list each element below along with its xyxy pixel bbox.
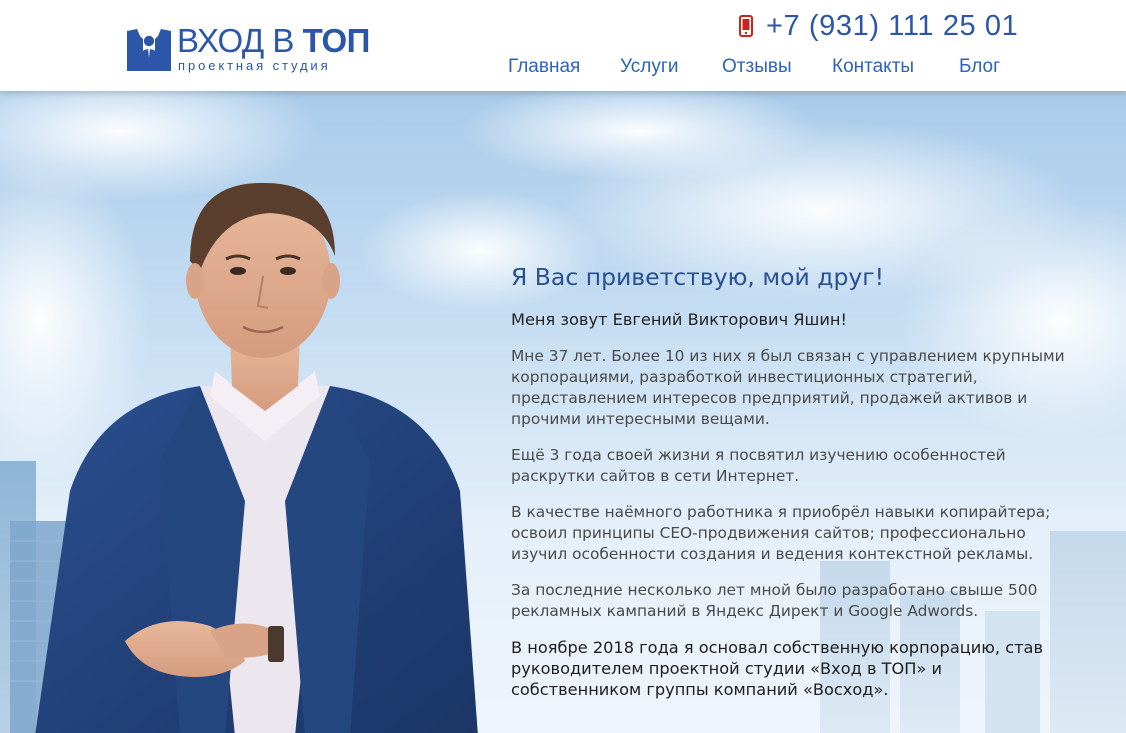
bio-paragraph: В ноябре 2018 года я основал собственную… [511,638,1043,699]
nav-item-reviews[interactable]: Отзывы [722,56,792,78]
bio-paragraph: Ещё 3 года своей жизни я посвятил изучен… [511,446,1006,485]
intro-text: Я Вас приветствую, мой друг! Меня зовут … [511,262,1071,715]
logo[interactable]: ВХОД В ТОП проектная студия [127,23,387,76]
bio-paragraph: В качестве наёмного работника я приобрёл… [511,503,1051,563]
logo-title: ВХОД В ТОП [177,23,370,59]
site-header: ВХОД В ТОП проектная студия +7 (931) 111… [0,0,1126,91]
logo-mark-icon [127,29,171,71]
logo-title-part1: ВХОД В [177,22,294,59]
greeting-heading: Я Вас приветствую, мой друг! [511,263,885,291]
mobile-phone-icon [739,15,753,37]
logo-title-part2: ТОП [302,22,371,59]
bio-paragraph: Мне 37 лет. Более 10 из них я был связан… [511,347,1065,428]
nav-item-contacts[interactable]: Контакты [832,56,914,78]
hero-section: Я Вас приветствую, мой друг! Меня зовут … [0,91,1126,733]
bio-paragraph: За последние несколько лет мной было раз… [511,581,1038,620]
logo-subtitle: проектная студия [178,58,331,73]
portrait-photo [35,182,478,733]
nav-item-blog[interactable]: Блог [959,56,1000,78]
intro-paragraph: Меня зовут Евгений Викторович Яшин! [511,310,847,329]
nav-item-services[interactable]: Услуги [620,56,678,78]
nav-item-home[interactable]: Главная [508,56,580,78]
header-phone[interactable]: +7 (931) 111 25 01 [739,9,1018,43]
phone-number[interactable]: +7 (931) 111 25 01 [766,10,1018,43]
